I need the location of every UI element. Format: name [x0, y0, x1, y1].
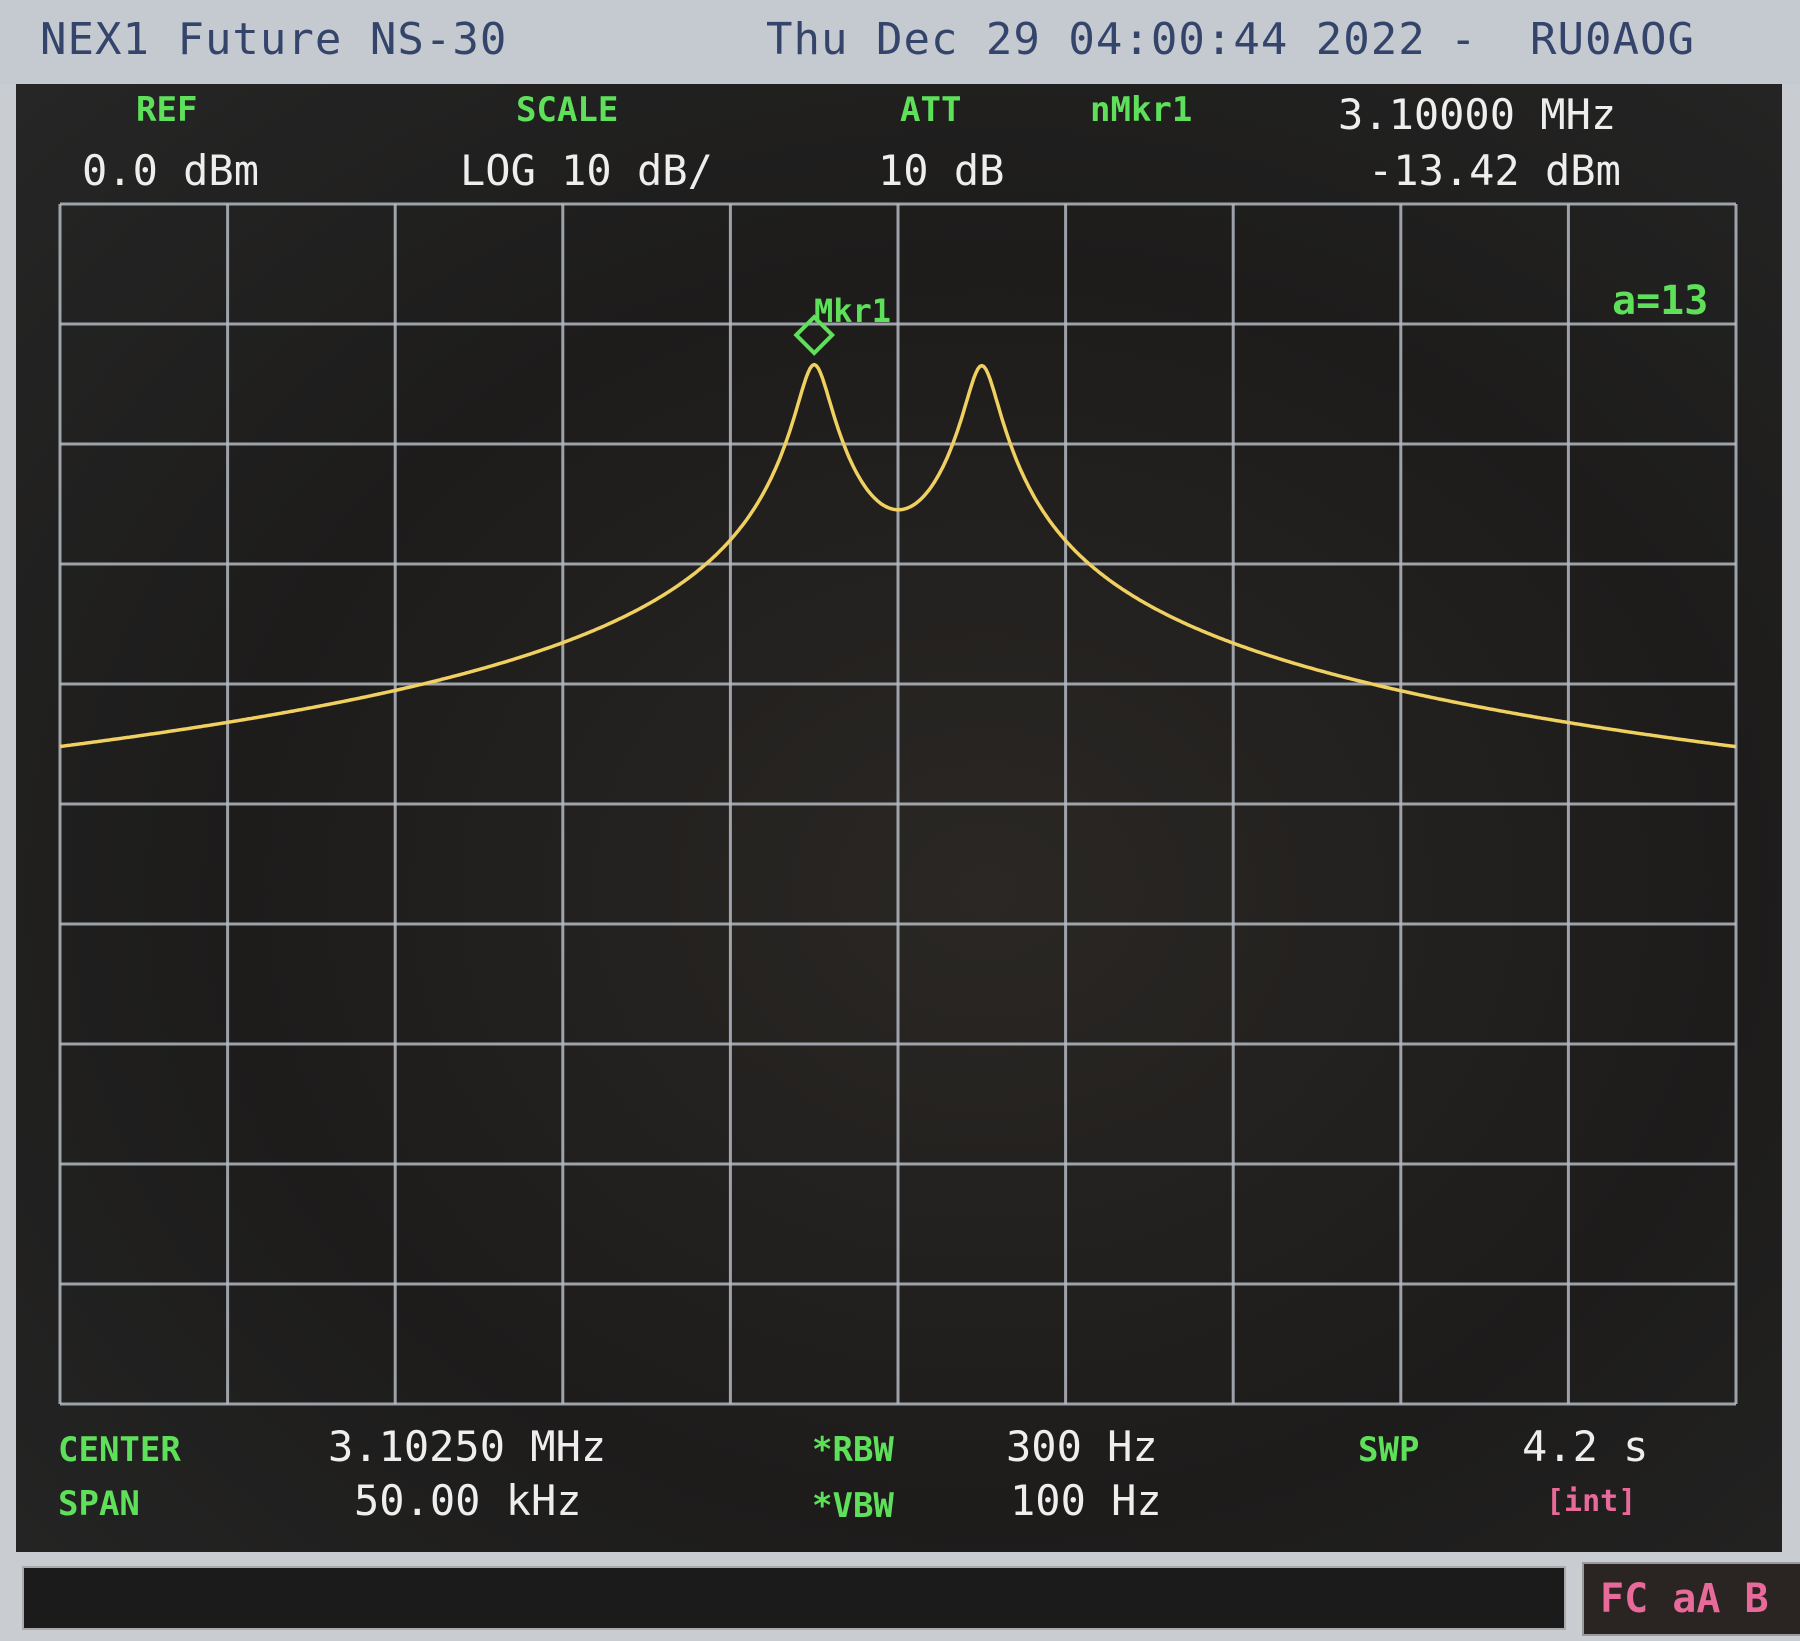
spectrum-analyzer-screen: { "header": { "device": "NEX1 Future NS-… [0, 0, 1800, 1641]
vbw-value: 100 Hz [1010, 1476, 1162, 1525]
callsign: RU0AOG [1530, 14, 1695, 65]
sweep-mode: [int] [1546, 1484, 1637, 1519]
command-line[interactable] [22, 1566, 1566, 1630]
status-text: FC aA B [1600, 1576, 1769, 1622]
rbw-value: 300 Hz [1006, 1422, 1158, 1471]
graticule [58, 202, 1738, 1406]
device-name: NEX1 Future NS-30 [40, 14, 508, 65]
title-bar: NEX1 Future NS-30 Thu Dec 29 04:00:44 20… [0, 0, 1800, 84]
rbw-label: *RBW [812, 1430, 894, 1470]
analyzer-display: REF 0.0 dBm SCALE LOG 10 dB/ ATT 10 dB n… [16, 84, 1782, 1552]
vbw-label: *VBW [812, 1486, 894, 1526]
center-value: 3.10250 MHz [328, 1422, 607, 1471]
average-count: a=13 [1612, 278, 1708, 324]
span-value: 50.00 kHz [354, 1476, 582, 1525]
status-indicators: FC aA B [1582, 1562, 1800, 1636]
spectrum-plot: Mkr1 a=13 [58, 202, 1738, 1406]
span-label: SPAN [58, 1484, 140, 1524]
sweep-value: 4.2 s [1522, 1422, 1649, 1471]
title-separator: - [1450, 14, 1478, 65]
sweep-label: SWP [1358, 1430, 1420, 1470]
datetime: Thu Dec 29 04:00:44 2022 [766, 14, 1426, 65]
marker-tag: Mkr1 [814, 292, 891, 330]
footer-bar: FC aA B [0, 1552, 1800, 1641]
center-label: CENTER [58, 1430, 181, 1470]
